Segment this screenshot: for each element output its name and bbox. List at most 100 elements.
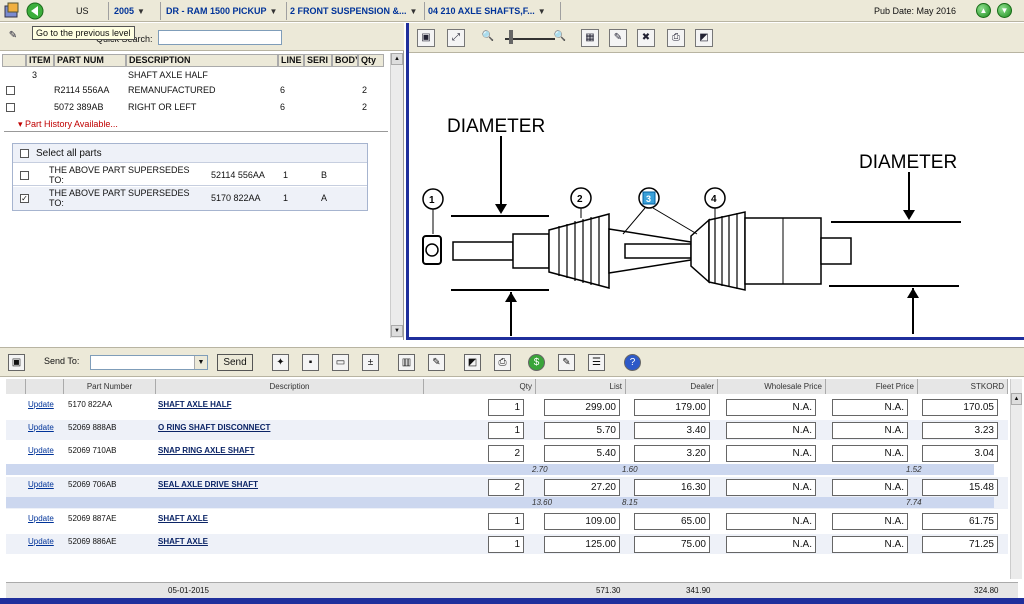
order-scrollbar[interactable]: ▲ [1010, 379, 1022, 579]
col-header-item[interactable]: ITEM [26, 54, 54, 67]
crumb-country[interactable]: US [76, 3, 104, 19]
qty-input[interactable]: 1 [488, 399, 524, 416]
col-header-stkord[interactable]: STKORD [918, 379, 1008, 394]
save-icon[interactable]: ▣ [8, 354, 25, 371]
dollar-icon[interactable]: $ [528, 354, 545, 371]
col-header-list[interactable]: List [536, 379, 626, 394]
select-all-row[interactable]: Select all parts [13, 144, 367, 163]
crumb-year[interactable]: 2005 ▼ [114, 3, 158, 19]
row-description-link[interactable]: SHAFT AXLE HALF [158, 400, 231, 409]
save-disk-icon[interactable]: ▪ [302, 354, 319, 371]
bookmark-icon[interactable]: ◩ [695, 29, 713, 47]
list-item[interactable]: 3 SHAFT AXLE HALF [2, 68, 388, 83]
part-history-link[interactable]: ▾ Part History Available... [18, 119, 118, 130]
edit-icon[interactable]: ✎ [558, 354, 575, 371]
bookmark-icon[interactable]: ◩ [464, 354, 481, 371]
app-logo-icon[interactable] [3, 2, 21, 20]
back-button[interactable] [26, 2, 44, 20]
unit-dealer-price: 1.60 [622, 465, 638, 474]
help-icon[interactable]: ? [624, 354, 641, 371]
list-item[interactable]: R2114 556AA REMANUFACTURED 6 2 [2, 83, 388, 98]
update-link[interactable]: Update [28, 400, 54, 409]
row-checkbox-checked[interactable]: ✓ [20, 194, 29, 203]
row-description-link[interactable]: SHAFT AXLE [158, 537, 208, 546]
row-description-link[interactable]: SNAP RING AXLE SHAFT [158, 446, 254, 455]
col-header-fleet[interactable]: Fleet Price [826, 379, 918, 394]
new-icon[interactable]: ✦ [272, 354, 289, 371]
open-folder-icon[interactable]: ▭ [332, 354, 349, 371]
zoom-slider-handle[interactable] [509, 30, 513, 44]
quick-search-input[interactable] [158, 30, 282, 45]
col-header-description[interactable]: Description [156, 379, 424, 394]
row-checkbox[interactable] [20, 171, 29, 180]
row-checkbox[interactable] [6, 103, 15, 112]
update-link[interactable]: Update [28, 446, 54, 455]
update-link[interactable]: Update [28, 480, 54, 489]
update-link[interactable]: Update [28, 514, 54, 523]
fit-view-icon[interactable]: ▣ [417, 29, 435, 47]
col-header-dealer[interactable]: Dealer [626, 379, 718, 394]
col-header-qty[interactable]: Qty [424, 379, 536, 394]
update-link[interactable]: Update [28, 423, 54, 432]
arrow-up-icon[interactable]: ▲ [976, 3, 991, 18]
col-header-seri[interactable]: SERI [304, 54, 332, 67]
col-header-part-number[interactable]: Part Number [64, 379, 156, 394]
unit-stkord-price: 1.52 [906, 465, 922, 474]
select-all-checkbox[interactable] [20, 149, 29, 158]
add-icon[interactable]: ± [362, 354, 379, 371]
dealer-price-cell: 3.40 [634, 422, 710, 439]
crumb-model[interactable]: DR - RAM 1500 PICKUP ▼ [166, 3, 284, 19]
list-item[interactable]: 5072 389AB RIGHT OR LEFT 6 2 [2, 100, 388, 115]
row-description-link[interactable]: SEAL AXLE DRIVE SHAFT [158, 480, 258, 489]
qty-input[interactable]: 2 [488, 445, 524, 462]
update-link[interactable]: Update [28, 537, 54, 546]
print-icon[interactable]: ⎙ [494, 354, 511, 371]
fullscreen-icon[interactable]: ⤢ [447, 29, 465, 47]
scroll-up-icon[interactable]: ▲ [1011, 393, 1022, 405]
wholesale-price-cell: N.A. [726, 399, 816, 416]
supersede-row[interactable]: ✓ THE ABOVE PART SUPERSEDES TO: 5170 822… [13, 187, 367, 210]
row-description-link[interactable]: O RING SHAFT DISCONNECT [158, 423, 270, 432]
qty-input[interactable]: 1 [488, 513, 524, 530]
scroll-up-icon[interactable]: ▲ [391, 53, 403, 65]
notes-icon[interactable]: ✎ [428, 354, 445, 371]
list-format-icon[interactable]: ☰ [588, 354, 605, 371]
unit-stkord-price: 7.74 [906, 498, 922, 507]
col-header-wholesale[interactable]: Wholesale Price [718, 379, 826, 394]
qty-input[interactable]: 2 [488, 479, 524, 496]
row-description-link[interactable]: SHAFT AXLE [158, 514, 208, 523]
stub-shaft [452, 241, 514, 261]
col-header-body[interactable]: BODY [332, 54, 358, 67]
parts-list-panel: ✎ ⎙ Quick Search: ITEM PART NUM DESCRIPT… [0, 23, 404, 340]
send-button[interactable]: Send [217, 354, 253, 371]
crumb-group[interactable]: 2 FRONT SUSPENSION &... ▼ [290, 3, 422, 19]
col-header-part-num[interactable]: PART NUM [54, 54, 126, 67]
scroll-down-icon[interactable]: ▼ [391, 325, 403, 337]
fleet-price-cell: N.A. [832, 399, 908, 416]
send-to-select[interactable]: ▼ [90, 355, 208, 370]
image-icon[interactable]: ▦ [581, 29, 599, 47]
qty-input[interactable]: 1 [488, 422, 524, 439]
supersede-row[interactable]: THE ABOVE PART SUPERSEDES TO: 52114 556A… [13, 164, 367, 186]
print-icon[interactable]: ⎙ [667, 29, 685, 47]
trash-icon[interactable]: ▥ [398, 354, 415, 371]
col-header-blank [6, 379, 26, 394]
part-history-label: Part History Available... [25, 119, 118, 129]
parts-scrollbar[interactable]: ▲ ▼ [390, 53, 403, 338]
edit-icon[interactable]: ✎ [4, 28, 22, 46]
arrow-down-icon[interactable]: ▼ [997, 3, 1012, 18]
edit-image-icon[interactable]: ✎ [609, 29, 627, 47]
arrow-head [505, 292, 517, 302]
col-header-description[interactable]: DESCRIPTION [126, 54, 278, 67]
unit-dealer-price: 8.15 [622, 498, 638, 507]
callout-4-label: 4 [711, 194, 717, 205]
col-header-line[interactable]: LINE [278, 54, 304, 67]
row-checkbox[interactable] [6, 86, 15, 95]
qty-input[interactable]: 1 [488, 536, 524, 553]
chevron-down-icon: ▼ [137, 7, 145, 16]
col-header-qty[interactable]: Qty [358, 54, 384, 67]
zoom-in-icon[interactable]: 🔍 [551, 29, 569, 47]
crumb-subgroup[interactable]: 04 210 AXLE SHAFTS,F... ▼ [428, 3, 558, 19]
zoom-out-icon[interactable]: 🔍 [479, 29, 497, 47]
pdf-icon[interactable]: ✖ [637, 29, 655, 47]
